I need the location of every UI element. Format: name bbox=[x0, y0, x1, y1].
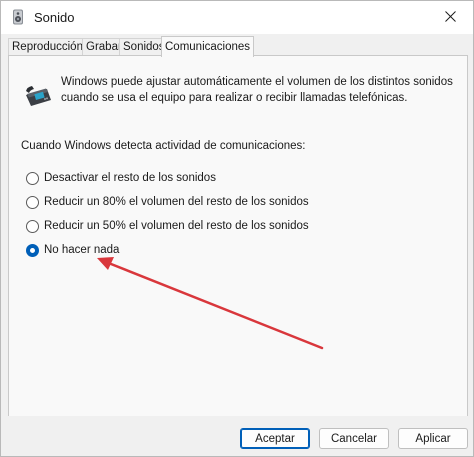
option-do-nothing[interactable]: No hacer nada bbox=[26, 241, 119, 259]
speaker-icon bbox=[9, 8, 27, 26]
tab-comunicaciones[interactable]: Comunicaciones bbox=[161, 36, 255, 57]
radio-button[interactable] bbox=[26, 171, 39, 185]
option-label: Desactivar el resto de los sonidos bbox=[44, 172, 216, 184]
radio-button-checked[interactable] bbox=[26, 243, 39, 257]
intro-line-1: Windows puede ajustar automáticamente el… bbox=[61, 76, 453, 88]
radio-button[interactable] bbox=[26, 195, 39, 209]
phone-icon bbox=[23, 80, 53, 110]
tab-reproduccion[interactable]: Reproducción bbox=[8, 38, 87, 56]
apply-button[interactable]: Aplicar bbox=[398, 428, 468, 449]
option-reduce-50[interactable]: Reducir un 50% el volumen del resto de l… bbox=[26, 217, 309, 235]
sound-dialog: Sonido Reproducción Grabar Sonidos Comun… bbox=[0, 0, 474, 457]
cancel-button[interactable]: Cancelar bbox=[319, 428, 389, 449]
radio-button[interactable] bbox=[26, 219, 39, 233]
intro-line-2: cuando se usa el equipo para realizar o … bbox=[61, 92, 408, 104]
window-title: Sonido bbox=[34, 10, 75, 25]
communications-panel: Windows puede ajustar automáticamente el… bbox=[8, 55, 468, 417]
button-bar: Aceptar Cancelar Aplicar bbox=[1, 416, 473, 456]
accept-button[interactable]: Aceptar bbox=[240, 428, 310, 449]
option-label: No hacer nada bbox=[44, 244, 120, 256]
close-icon bbox=[444, 10, 456, 25]
title-bar: Sonido bbox=[1, 1, 473, 34]
tab-strip: Reproducción Grabar Sonidos Comunicacion… bbox=[8, 36, 468, 57]
section-label: Cuando Windows detecta actividad de comu… bbox=[21, 140, 306, 152]
close-button[interactable] bbox=[427, 1, 473, 34]
option-label: Reducir un 80% el volumen del resto de l… bbox=[44, 196, 309, 208]
option-reduce-80[interactable]: Reducir un 80% el volumen del resto de l… bbox=[26, 193, 309, 211]
option-label: Reducir un 50% el volumen del resto de l… bbox=[44, 220, 309, 232]
intro-text: Windows puede ajustar automáticamente el… bbox=[61, 74, 453, 106]
option-mute-all[interactable]: Desactivar el resto de los sonidos bbox=[26, 169, 216, 187]
